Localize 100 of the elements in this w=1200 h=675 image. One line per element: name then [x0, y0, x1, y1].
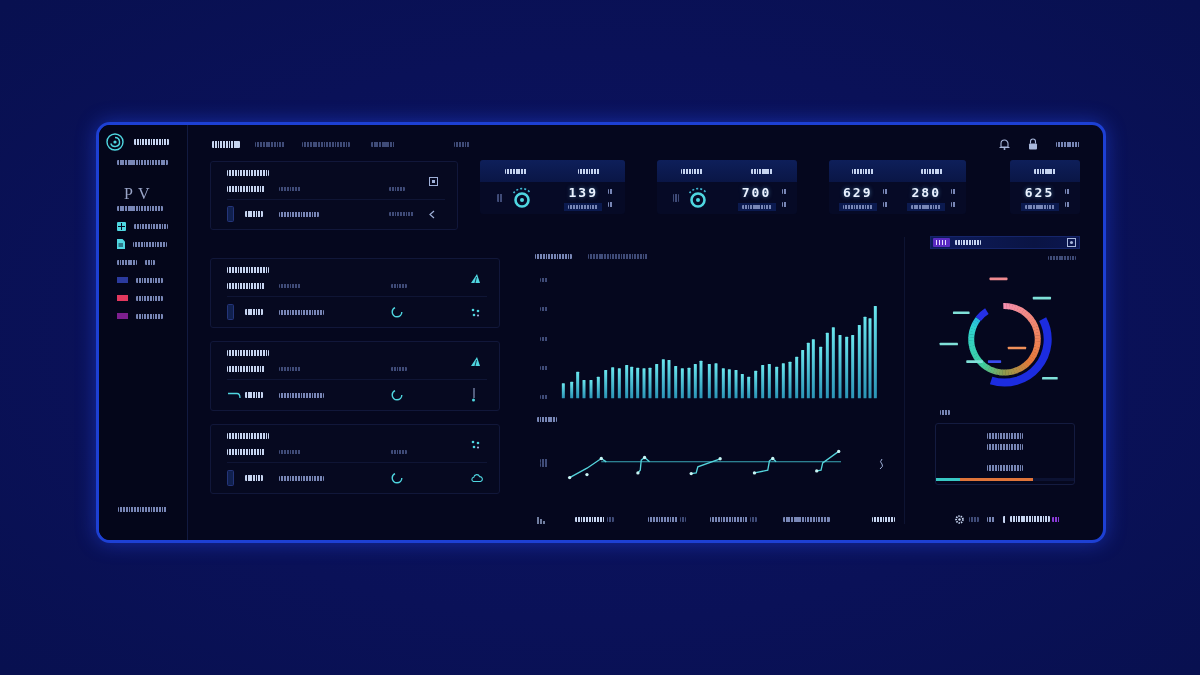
- blurred-text: [134, 139, 169, 145]
- stat-value: 629: [843, 185, 873, 200]
- blurred-text: [279, 284, 301, 288]
- blurred-text: [1048, 256, 1076, 260]
- grid-icon: [117, 221, 126, 231]
- mini-bars-icon: [537, 514, 545, 524]
- spinner-icon: [391, 472, 403, 484]
- blurred-text: [648, 516, 678, 522]
- blurred-text: [1056, 141, 1080, 147]
- blurred-text: [227, 350, 269, 356]
- blurred-text: [136, 295, 163, 301]
- blurred-text: [136, 277, 163, 283]
- blurred-text: [1052, 516, 1060, 522]
- blurred-text: [1034, 168, 1056, 174]
- blurred-text: [540, 336, 548, 341]
- blurred-text: [391, 284, 407, 288]
- blurred-text: [118, 507, 167, 512]
- blurred-text: [227, 433, 269, 439]
- squiggle-icon: [878, 457, 884, 470]
- blurred-text: [212, 140, 240, 148]
- blurred-text: [391, 367, 407, 371]
- bar-icon: [227, 304, 234, 320]
- blurred-text: [279, 475, 324, 481]
- blurred-text: [781, 202, 787, 207]
- blurred-text: [505, 168, 528, 174]
- blurred-text: [227, 366, 265, 372]
- blurred-text: [1024, 204, 1055, 209]
- blurred-text: [134, 223, 168, 229]
- bell-icon: [999, 138, 1010, 150]
- blurred-text: [245, 475, 263, 481]
- stat-value: 625: [1024, 185, 1055, 200]
- blurred-text: [227, 170, 269, 176]
- line-dot-icon: [471, 388, 476, 402]
- blurred-text: [710, 516, 748, 522]
- blurred-text: [783, 516, 830, 522]
- blurred-text: [781, 189, 787, 194]
- blurred-text: [279, 309, 324, 315]
- blurred-text: [568, 204, 599, 209]
- bar-icon: [227, 206, 234, 222]
- blurred-text: [673, 194, 679, 202]
- hook-line-icon: [227, 391, 241, 399]
- blurred-text: [279, 367, 301, 371]
- blurred-text: [227, 186, 265, 192]
- blurred-text: [497, 194, 504, 202]
- cloud-icon: [471, 474, 483, 482]
- blurred-text: [136, 313, 163, 319]
- blurred-text: [940, 410, 950, 415]
- blurred-text: [540, 395, 548, 399]
- sidebar-title: PV: [124, 185, 155, 203]
- blurred-text: [279, 392, 324, 398]
- stat-value: 139: [568, 185, 598, 200]
- square-icon: [1067, 238, 1076, 247]
- blurred-text: [389, 187, 405, 191]
- document-icon: [117, 239, 125, 249]
- blurred-text: [245, 309, 263, 315]
- blurred-text: [608, 202, 614, 207]
- blurred-text: [1010, 516, 1050, 522]
- blurred-text: [302, 141, 350, 147]
- blurred-text: [245, 211, 263, 217]
- bar-icon: [227, 470, 234, 486]
- blurred-text: [227, 267, 269, 273]
- blurred-text: [245, 392, 263, 398]
- blurred-text: [987, 465, 1023, 471]
- blurred-text: [117, 259, 137, 265]
- triangle-icon: [471, 273, 480, 283]
- blurred-text: [852, 168, 875, 174]
- blurred-text: [608, 189, 614, 194]
- blurred-text: [1064, 189, 1070, 194]
- blurred-text: [227, 283, 265, 289]
- blurred-text: [607, 516, 614, 522]
- spinner-icon: [391, 389, 403, 401]
- blurred-text: [279, 187, 301, 191]
- blurred-text: [117, 160, 168, 165]
- square-icon: [429, 176, 438, 186]
- chevron-icon: [429, 209, 435, 219]
- spinner-icon: [391, 306, 403, 318]
- dots-icon: [471, 307, 480, 317]
- blurred-text: [987, 433, 1023, 439]
- blurred-text: [540, 365, 548, 370]
- blurred-text: [882, 202, 888, 207]
- blurred-text: [951, 189, 957, 194]
- gear-icon: [955, 514, 964, 524]
- stat-value: 280: [911, 185, 941, 200]
- blurred-text: [920, 168, 943, 174]
- tag-badge: [933, 238, 950, 247]
- blurred-text: [680, 516, 686, 522]
- blurred-text: [588, 254, 648, 259]
- blurred-text: [279, 450, 301, 454]
- blurred-text: [741, 204, 772, 209]
- blurred-text: [389, 212, 414, 216]
- blurred-text: [540, 307, 548, 312]
- blurred-text: [842, 204, 873, 209]
- triangle-icon: [471, 356, 480, 366]
- blurred-text: [575, 516, 605, 522]
- blurred-text: [371, 141, 395, 147]
- stat-value: 700: [741, 185, 772, 200]
- blurred-text: [882, 189, 888, 194]
- blurred-text: [454, 141, 470, 147]
- blurred-text: [751, 168, 773, 174]
- blurred-text: [279, 211, 319, 217]
